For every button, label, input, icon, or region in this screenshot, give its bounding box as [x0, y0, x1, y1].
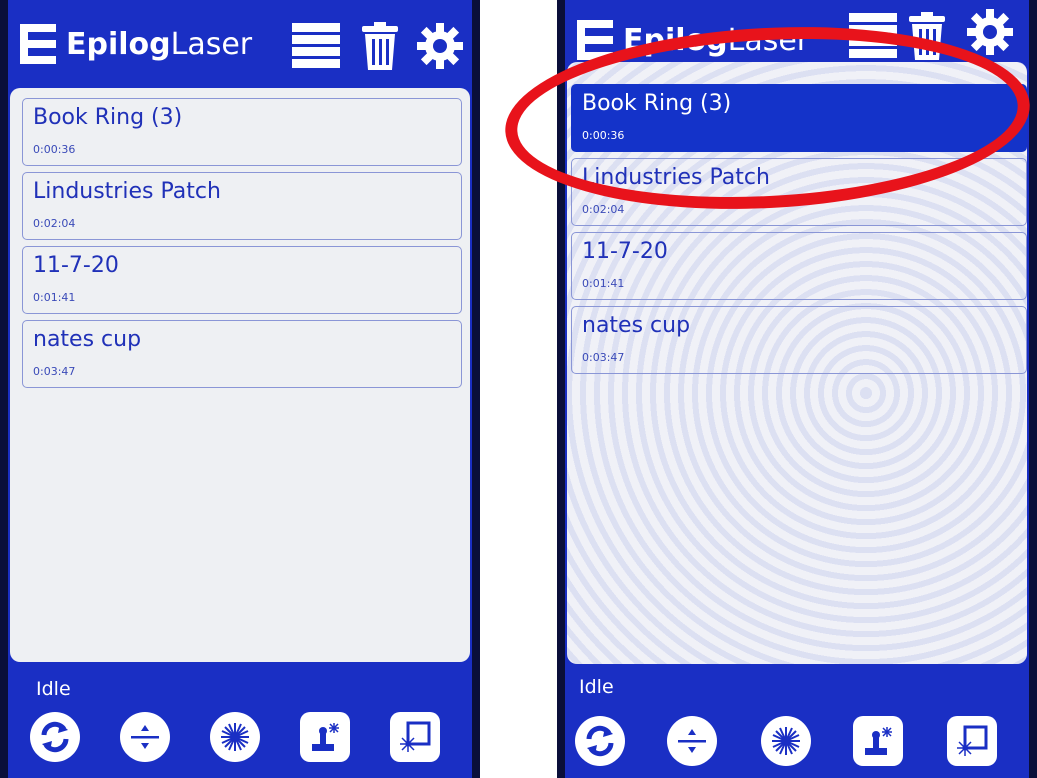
jog-icon — [865, 727, 892, 755]
refresh-icon — [41, 721, 69, 753]
job-name: 11-7-20 — [582, 239, 668, 264]
jog-button[interactable] — [300, 712, 350, 762]
job-name: Lindustries Patch — [582, 165, 770, 190]
job-time: 0:01:41 — [582, 277, 625, 290]
settings-gear-icon — [967, 9, 1013, 55]
delete-button[interactable] — [352, 18, 408, 74]
job-list-icon — [849, 13, 897, 58]
job-list-panel: Book Ring (3) 0:00:36 Lindustries Patch … — [567, 62, 1027, 664]
focus-button[interactable] — [667, 716, 717, 766]
focus-button[interactable] — [120, 712, 170, 762]
job-item[interactable]: 11-7-20 0:01:41 — [22, 246, 462, 314]
brand-name: EpilogLaser — [66, 26, 253, 62]
refresh-icon — [586, 725, 614, 757]
bottom-toolbar — [557, 716, 1037, 776]
bezel — [557, 0, 565, 778]
job-time: 0:03:47 — [33, 365, 76, 378]
right-screen: EpilogLaser Book Ring (3) 0:00:36 Lindus… — [557, 0, 1037, 778]
jog-button[interactable] — [853, 716, 903, 766]
logo: EpilogLaser — [20, 24, 252, 64]
job-name: Book Ring (3) — [33, 105, 183, 130]
bezel — [0, 0, 8, 778]
job-time: 0:02:04 — [582, 203, 625, 216]
job-item[interactable]: Lindustries Patch 0:02:04 — [571, 158, 1027, 226]
settings-gear-icon — [417, 23, 463, 69]
job-name: Book Ring (3) — [582, 91, 732, 116]
epilog-logo-icon — [577, 20, 613, 60]
delete-button[interactable] — [899, 8, 955, 64]
job-name: 11-7-20 — [33, 253, 119, 278]
bottom-toolbar — [0, 712, 480, 772]
header: EpilogLaser — [0, 0, 480, 88]
laser-icon — [221, 723, 249, 751]
job-name: nates cup — [33, 327, 142, 352]
job-list-panel: Book Ring (3) 0:00:36 Lindustries Patch … — [10, 88, 470, 662]
job-item[interactable]: Lindustries Patch 0:02:04 — [22, 172, 462, 240]
settings-button[interactable] — [412, 18, 468, 74]
trash-icon — [362, 22, 398, 70]
frame-icon — [400, 721, 431, 752]
status-text: Idle — [36, 678, 71, 700]
job-time: 0:00:36 — [582, 129, 625, 142]
focus-icon — [131, 725, 159, 749]
laser-button[interactable] — [210, 712, 260, 762]
job-list-button[interactable] — [288, 18, 344, 74]
laser-icon — [772, 727, 800, 755]
job-time: 0:00:36 — [33, 143, 76, 156]
frame-button[interactable] — [390, 712, 440, 762]
left-screen: EpilogLaser Book Ring (3) 0:00:36 Lindus… — [0, 0, 480, 778]
job-item[interactable]: Book Ring (3) 0:00:36 — [22, 98, 462, 166]
job-list-icon — [292, 23, 340, 68]
epilog-logo-icon — [20, 24, 56, 64]
job-time: 0:02:04 — [33, 217, 76, 230]
refresh-button[interactable] — [30, 712, 80, 762]
job-list-button[interactable] — [845, 8, 901, 64]
logo: EpilogLaser — [577, 20, 809, 60]
job-item[interactable]: 11-7-20 0:01:41 — [571, 232, 1027, 300]
frame-button[interactable] — [947, 716, 997, 766]
bezel — [1029, 0, 1037, 778]
brand-name: EpilogLaser — [623, 22, 810, 58]
jog-icon — [312, 723, 339, 751]
job-name: nates cup — [582, 313, 691, 338]
job-item-selected[interactable]: Book Ring (3) 0:00:36 — [571, 84, 1027, 152]
bezel — [472, 0, 480, 778]
job-name: Lindustries Patch — [33, 179, 221, 204]
settings-button[interactable] — [962, 4, 1018, 60]
refresh-button[interactable] — [575, 716, 625, 766]
status-text: Idle — [579, 676, 614, 698]
job-time: 0:01:41 — [33, 291, 76, 304]
focus-icon — [678, 729, 706, 753]
job-item[interactable]: nates cup 0:03:47 — [22, 320, 462, 388]
job-time: 0:03:47 — [582, 351, 625, 364]
job-item[interactable]: nates cup 0:03:47 — [571, 306, 1027, 374]
laser-button[interactable] — [761, 716, 811, 766]
trash-icon — [909, 12, 945, 60]
frame-icon — [957, 725, 988, 756]
